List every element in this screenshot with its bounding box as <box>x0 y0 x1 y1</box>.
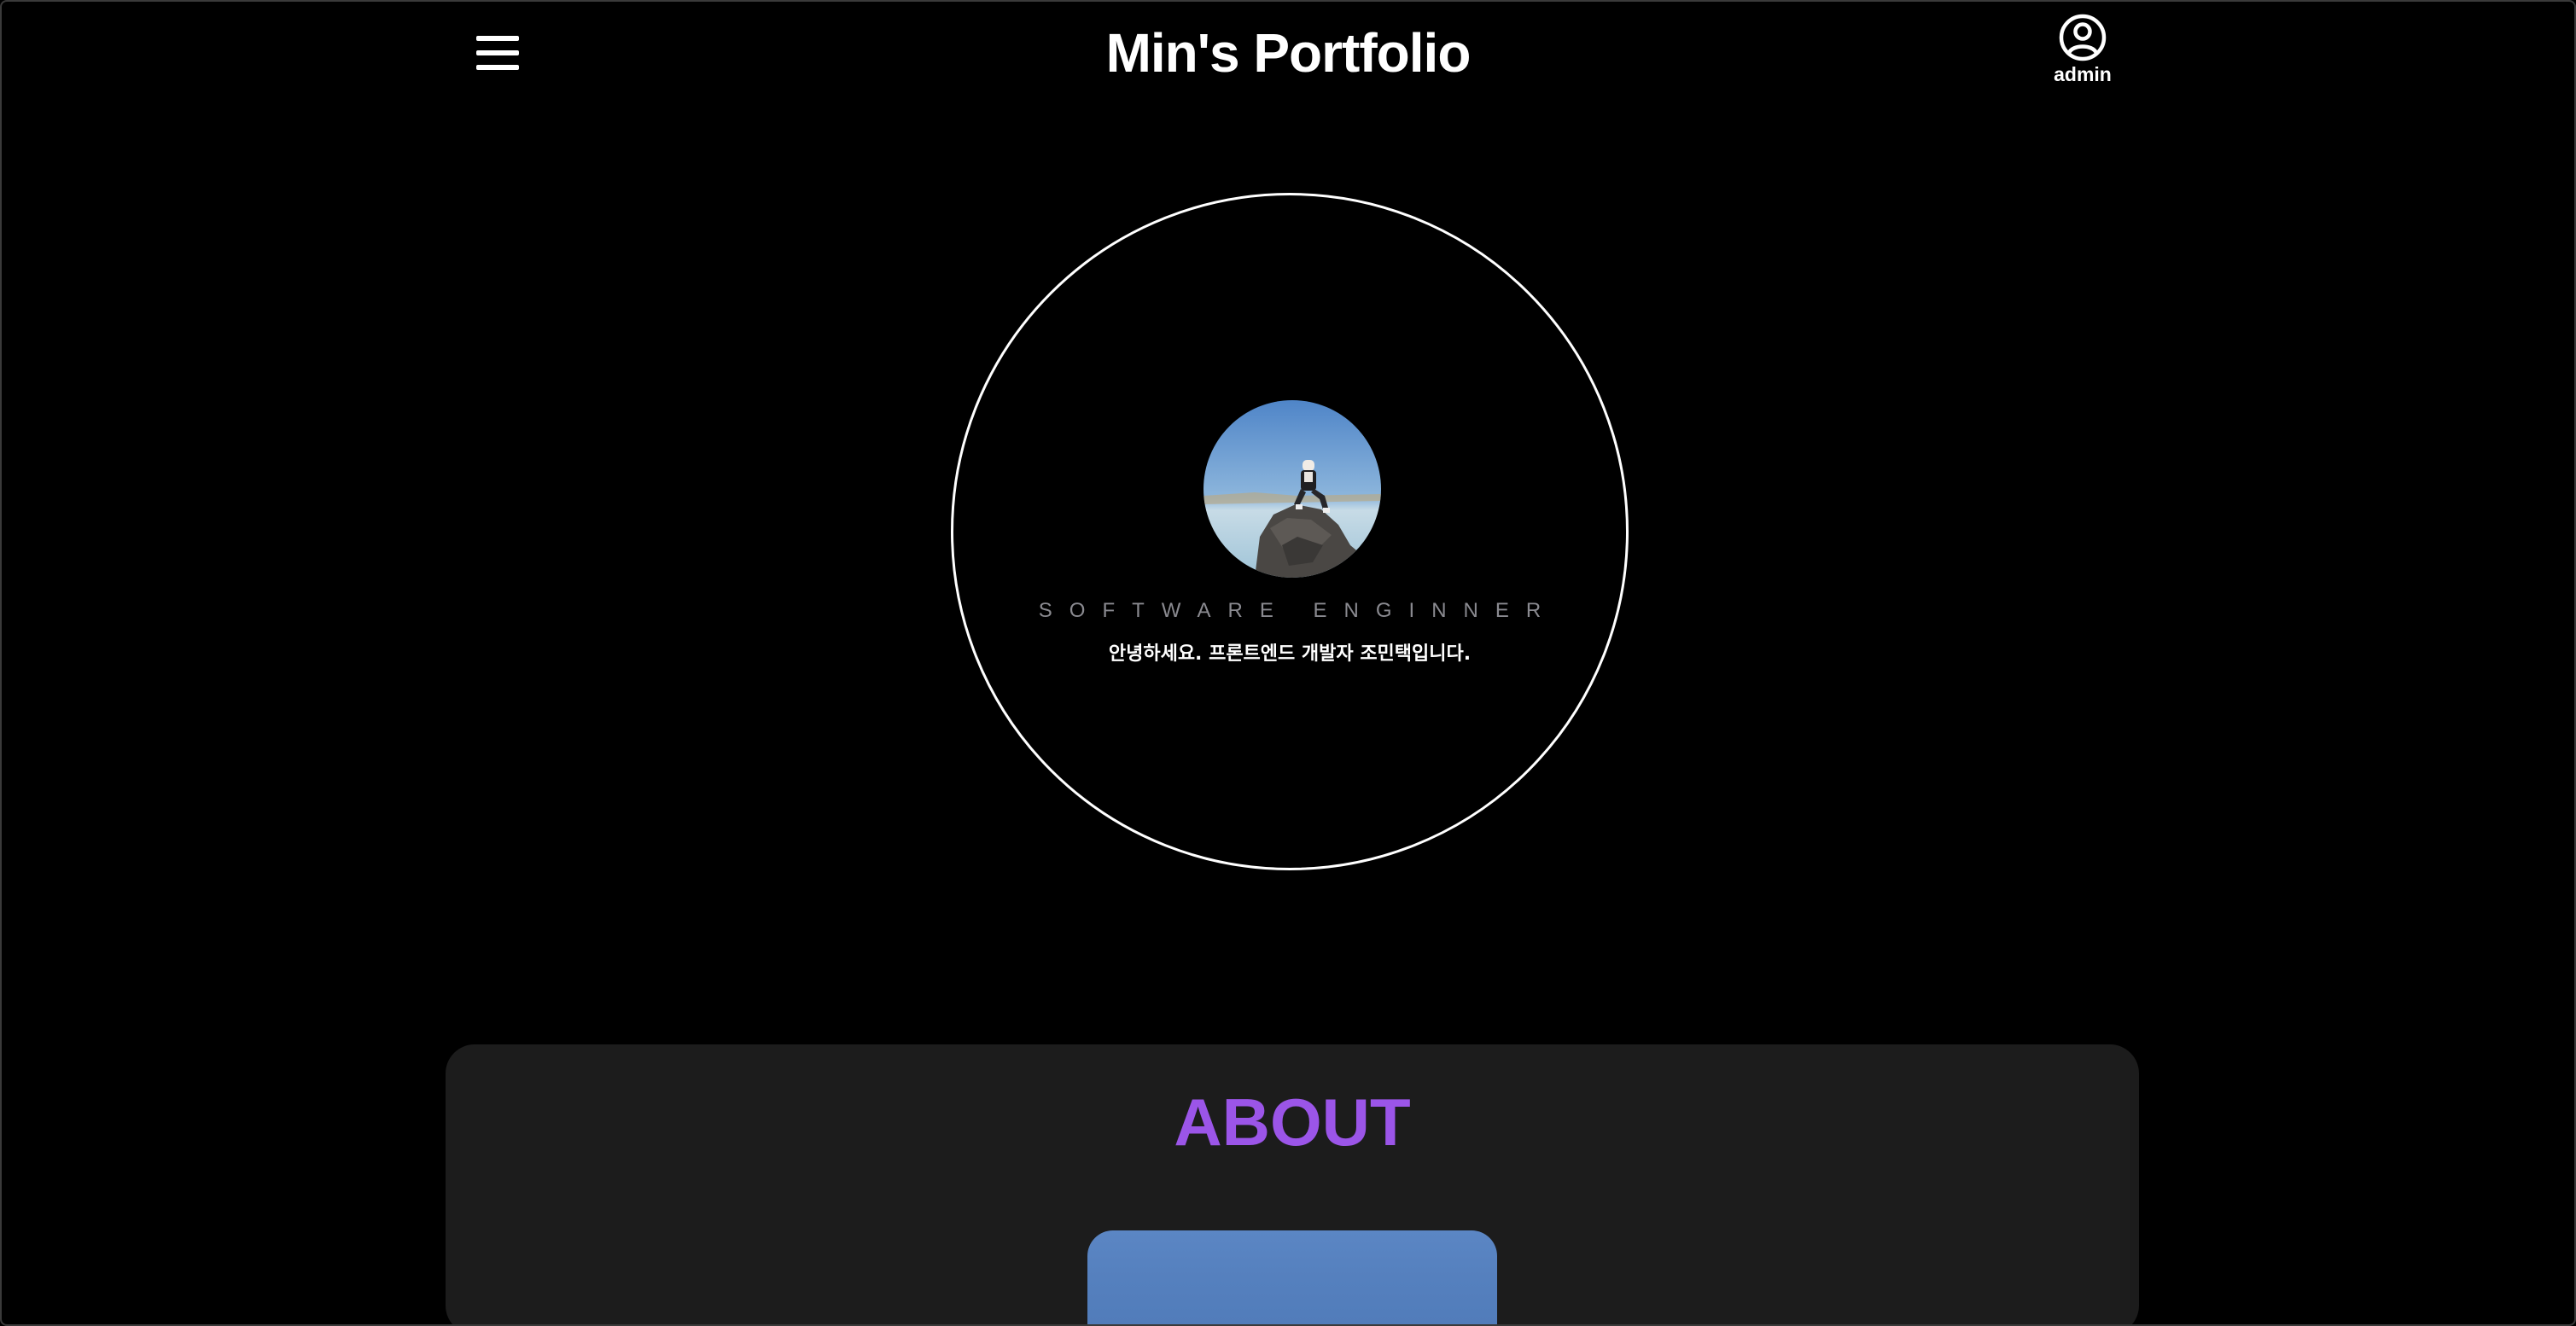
about-heading: ABOUT <box>1174 1085 1411 1160</box>
about-photo <box>1087 1230 1497 1324</box>
user-circle-icon <box>2040 14 2125 61</box>
avatar <box>1203 400 1381 578</box>
greeting-text: 안녕하세요. 프론트엔드 개발자 조민택입니다. <box>1108 643 1472 665</box>
site-header: Min's Portfolio admin <box>2 2 2574 113</box>
job-title: SOFTWARE ENGINNER <box>1038 599 1559 622</box>
browser-viewport: Min's Portfolio admin SOFTWARE ENGINNER … <box>0 0 2576 1326</box>
about-section: ABOUT <box>446 1044 2139 1324</box>
admin-label: admin <box>2054 63 2112 85</box>
menu-button[interactable] <box>473 34 521 72</box>
admin-account-button[interactable]: admin <box>2040 14 2125 90</box>
site-title[interactable]: Min's Portfolio <box>861 19 1715 87</box>
